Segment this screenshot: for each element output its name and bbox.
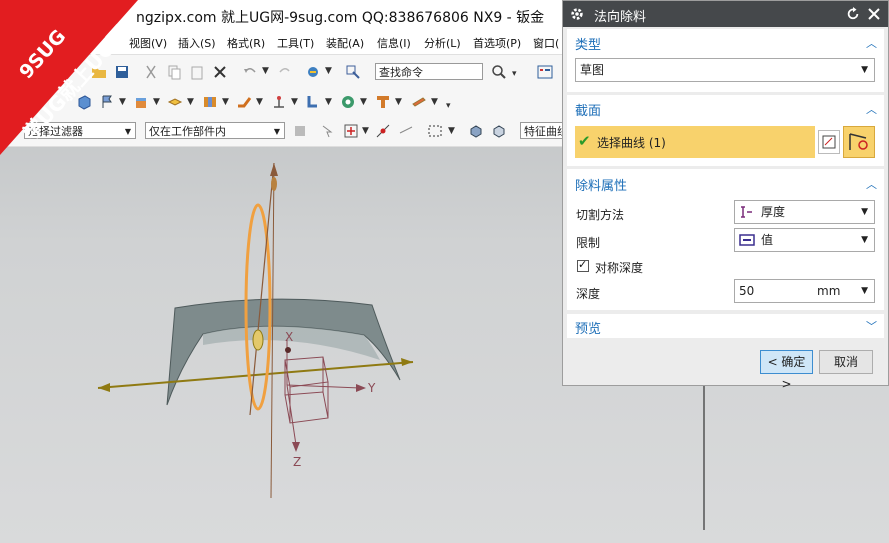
normal-cutout-dialog: 法向除料 类型 ︿ 草图 ▼ 截面 ︿ ✔ 选择曲线 (1) 除料属性 ︿ 切割方… <box>562 0 889 391</box>
cancel-button[interactable]: 取消 <box>819 350 873 374</box>
touch-dropdown-icon[interactable]: ▼ <box>325 66 332 76</box>
axis-x-label: X <box>285 330 294 344</box>
menu-assembly[interactable]: 装配(A) <box>326 35 364 51</box>
command-finder-icon[interactable] <box>345 64 361 80</box>
depth-input[interactable]: 50 mm ▼ <box>734 279 875 303</box>
menu-preferences[interactable]: 首选项(P) <box>473 35 521 51</box>
sheet-icon[interactable] <box>411 94 427 110</box>
flange-icon[interactable] <box>202 94 218 110</box>
dropdown-4-icon[interactable]: ▼ <box>222 97 229 107</box>
redo-icon[interactable] <box>277 64 293 80</box>
axis-y-label: Y <box>368 381 376 395</box>
collapse-section-icon[interactable]: ︿ <box>866 101 877 117</box>
depth-label: 深度 <box>576 287 601 301</box>
symmetric-depth-checkbox[interactable]: ✓ <box>577 258 589 272</box>
menu-format[interactable]: 格式(R) <box>227 35 265 51</box>
check-icon: ✓ <box>578 258 588 271</box>
dialog-title: 法向除料 <box>594 10 647 25</box>
section-header[interactable]: 截面 <box>575 100 601 119</box>
dropdown-8-icon[interactable]: ▼ <box>360 97 367 107</box>
hole-icon[interactable] <box>340 94 356 110</box>
dropdown-9-icon[interactable]: ▼ <box>395 97 402 107</box>
curve-button[interactable] <box>843 126 875 158</box>
curve-icon <box>849 133 868 150</box>
cut-method-label: 切割方法 <box>576 208 625 222</box>
corner-icon[interactable] <box>305 94 321 110</box>
ok-button[interactable]: < 确定 > <box>760 350 813 391</box>
limit-value: 值 <box>761 233 774 247</box>
assembly-select-icon[interactable] <box>292 123 308 139</box>
limit-dropdown[interactable]: 值 ▼ <box>734 228 875 252</box>
type-section: 类型 ︿ 草图 ▼ <box>567 29 884 92</box>
pattern-icon[interactable] <box>375 94 391 110</box>
delete-icon[interactable] <box>212 64 228 80</box>
general-select-icon[interactable] <box>320 123 336 139</box>
dropdown-7-icon[interactable]: ▼ <box>325 97 332 107</box>
select-curve-row[interactable]: ✔ 选择曲线 (1) <box>575 126 815 158</box>
rect-select-dropdown-icon[interactable]: ▼ <box>448 126 455 136</box>
preview-header[interactable]: 预览 <box>575 318 601 337</box>
menu-analysis[interactable]: 分析(L) <box>424 35 461 51</box>
touch-mode-icon[interactable] <box>305 64 321 80</box>
undo-icon[interactable] <box>242 64 258 80</box>
collapse-type-icon[interactable]: ︿ <box>866 35 877 51</box>
cut-props-header[interactable]: 除料属性 <box>575 175 627 194</box>
value-icon <box>739 234 755 246</box>
sketch-icon <box>822 135 836 149</box>
close-icon[interactable] <box>868 8 880 20</box>
toolbar-more-icon[interactable]: ▾ <box>446 101 451 111</box>
midpoint-snap-icon[interactable] <box>398 123 414 139</box>
type-value: 草图 <box>580 63 605 77</box>
checkmark-icon: ✔ <box>578 132 591 150</box>
menu-window[interactable]: 窗口( <box>533 35 559 51</box>
endpoint-snap-icon[interactable] <box>375 123 391 139</box>
wireframe-view-icon[interactable] <box>491 123 507 139</box>
unbend-icon[interactable] <box>271 94 287 110</box>
direction-vector-horizontal <box>97 361 414 389</box>
type-section-header[interactable]: 类型 <box>575 34 601 53</box>
type-dropdown[interactable]: 草图 ▼ <box>575 58 875 82</box>
depth-unit: mm <box>817 284 841 298</box>
wcs-triad <box>284 340 361 446</box>
collapse-cut-props-icon[interactable]: ︿ <box>866 176 877 192</box>
command-search-text: 查找命令 <box>379 66 423 79</box>
dialog-titlebar: 法向除料 <box>563 1 888 27</box>
search-icon[interactable] <box>491 64 507 80</box>
select-curve-label: 选择曲线 (1) <box>597 136 666 150</box>
layout-icon[interactable] <box>537 64 553 80</box>
limit-label: 限制 <box>576 236 601 250</box>
dropdown-10-icon[interactable]: ▼ <box>431 97 438 107</box>
cut-properties-section: 除料属性 ︿ 切割方法 厚度 ▼ 限制 值 ▼ ✓ 对称深度 深度 50 mm ▼ <box>567 169 884 310</box>
sketch-section-button[interactable] <box>818 130 840 154</box>
sug-watermark: 9SUG 学UG就上UG网 <box>0 0 138 155</box>
preview-section: 预览 ﹀ <box>567 314 884 338</box>
dropdown-6-icon[interactable]: ▼ <box>291 97 298 107</box>
command-search-input[interactable]: 查找命令 <box>375 63 483 80</box>
cut-method-dropdown[interactable]: 厚度 ▼ <box>734 200 875 224</box>
cut-method-value: 厚度 <box>761 205 786 219</box>
bend-icon[interactable] <box>236 94 252 110</box>
snap-point-icon[interactable] <box>343 123 359 139</box>
menu-tools[interactable]: 工具(T) <box>277 35 314 51</box>
search-options-icon[interactable]: ▾ <box>512 69 517 79</box>
menu-information[interactable]: 信息(I) <box>377 35 411 51</box>
gear-icon <box>571 8 583 20</box>
symmetric-depth-label: 对称深度 <box>595 261 644 275</box>
depth-value[interactable]: 50 <box>739 284 754 298</box>
shaded-view-icon[interactable] <box>468 123 484 139</box>
reset-icon[interactable] <box>846 7 860 21</box>
expand-preview-icon[interactable]: ﹀ <box>866 318 877 334</box>
axis-z-label: Z <box>293 455 302 469</box>
thickness-icon <box>741 206 752 218</box>
section-section: 截面 ︿ ✔ 选择曲线 (1) <box>567 95 884 166</box>
undo-dropdown-icon[interactable]: ▼ <box>262 66 269 76</box>
dropdown-5-icon[interactable]: ▼ <box>256 97 263 107</box>
rectangle-select-icon[interactable] <box>427 123 443 139</box>
snap-dropdown-icon[interactable]: ▼ <box>362 126 369 136</box>
